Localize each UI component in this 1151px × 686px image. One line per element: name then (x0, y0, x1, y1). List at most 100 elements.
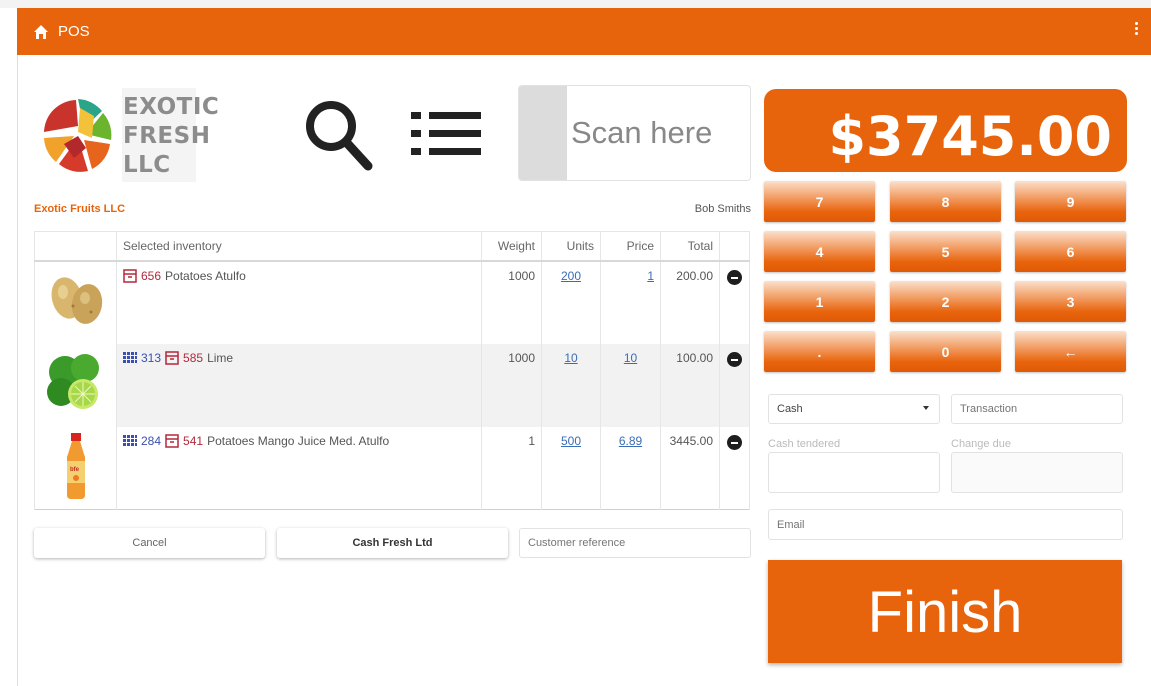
cash-tendered-input[interactable] (768, 452, 940, 493)
table-row[interactable]: 313 585 Lime 1000 10 10 100.00 (34, 343, 750, 427)
price-link[interactable]: 1 (647, 269, 654, 283)
key-4[interactable]: 4 (764, 231, 875, 272)
scan-box (518, 85, 751, 181)
price-link[interactable]: 6.89 (619, 434, 642, 448)
key-2[interactable]: 2 (890, 281, 1001, 322)
remove-cell (719, 426, 750, 510)
key-9[interactable]: 9 (1015, 181, 1126, 222)
product-code: 656 (141, 268, 162, 283)
lime-image (46, 353, 99, 409)
remove-column-header (719, 231, 750, 262)
key-7[interactable]: 7 (764, 181, 875, 222)
units-link[interactable]: 10 (564, 351, 577, 365)
customer-button[interactable]: Cash Fresh Ltd (277, 528, 508, 558)
remove-cell (719, 343, 750, 427)
payment-method-value: Cash (777, 403, 803, 415)
key-5[interactable]: 5 (890, 231, 1001, 272)
email-input[interactable] (768, 509, 1123, 540)
weight-column-header: Weight (481, 231, 542, 262)
total-display: $3745.00 (764, 89, 1127, 172)
product-code: 284 (141, 433, 162, 448)
list-icon[interactable] (411, 110, 481, 158)
remove-item-icon[interactable] (727, 351, 742, 367)
logo-line-2: FRESH (123, 123, 211, 149)
scan-input[interactable] (571, 106, 746, 160)
grid-icon (123, 351, 137, 363)
box-icon (165, 433, 179, 448)
inventory-table: Selected inventory Weight Units Price To… (34, 231, 750, 510)
key-8[interactable]: 8 (890, 181, 1001, 222)
weight-cell: 1000 (481, 260, 542, 344)
cash-tendered-label: Cash tendered (768, 438, 841, 450)
key-3[interactable]: 3 (1015, 281, 1126, 322)
product-image-cell (34, 343, 117, 427)
product-image-cell (34, 260, 117, 344)
price-link[interactable]: 10 (624, 351, 637, 365)
svg-text:bfe: bfe (70, 467, 80, 473)
app-title: POS (58, 23, 90, 40)
price-cell: 1 (600, 260, 661, 344)
product-name: Potatoes Mango Juice Med. Atulfo (207, 433, 390, 448)
product-cell: 656 Potatoes Atulfo (116, 260, 482, 344)
search-icon[interactable] (304, 96, 374, 171)
scan-handle[interactable] (519, 86, 567, 180)
browser-edge (0, 0, 1151, 8)
product-name: Lime (207, 350, 234, 365)
payment-method-select[interactable]: Cash (768, 394, 940, 424)
caret-down-icon (923, 406, 929, 410)
potatoes-image (51, 276, 102, 324)
table-row[interactable]: bfe 284 541 Potatoes Mango Juice Med. At… (34, 426, 750, 510)
remove-item-icon[interactable] (727, 269, 742, 285)
units-link[interactable]: 500 (561, 434, 581, 448)
change-due-field (951, 452, 1123, 493)
total-cell: 3445.00 (660, 426, 720, 510)
units-cell: 500 (541, 426, 601, 510)
remove-cell (719, 260, 750, 344)
grid-icon (123, 434, 137, 446)
transaction-input[interactable] (951, 394, 1123, 424)
logo-wordmark: EXOTIC FRESH LLC (123, 93, 219, 180)
price-cell: 6.89 (600, 426, 661, 510)
change-due-label: Change due (951, 438, 1011, 450)
key-decimal[interactable]: . (764, 331, 875, 372)
customer-reference-input[interactable] (519, 528, 751, 558)
finish-button[interactable]: Finish (768, 560, 1122, 663)
product-cell: 313 585 Lime (116, 343, 482, 427)
cancel-button[interactable]: Cancel (34, 528, 265, 558)
units-link[interactable]: 200 (561, 269, 581, 283)
product-image-cell: bfe (34, 426, 117, 510)
image-column-header (34, 231, 117, 262)
more-menu-icon[interactable] (1135, 22, 1139, 40)
total-column-header: Total (660, 231, 720, 262)
product-code: 585 (183, 350, 204, 365)
product-cell: 284 541 Potatoes Mango Juice Med. Atulfo (116, 426, 482, 510)
product-code: 313 (141, 350, 162, 365)
app-bar: POS (17, 8, 1151, 55)
user-name: Bob Smiths (694, 203, 751, 215)
company-name: Exotic Fruits LLC (34, 203, 126, 215)
table-header-row: Selected inventory Weight Units Price To… (34, 231, 750, 262)
box-icon (165, 350, 179, 365)
home-icon[interactable] (33, 24, 49, 40)
weight-cell: 1 (481, 426, 542, 510)
juice-image: bfe (66, 432, 85, 499)
units-cell: 200 (541, 260, 601, 344)
table-row[interactable]: 656 Potatoes Atulfo 1000 200 1 200.00 (34, 260, 750, 344)
key-6[interactable]: 6 (1015, 231, 1126, 272)
key-1[interactable]: 1 (764, 281, 875, 322)
page-edge (17, 55, 18, 686)
total-cell: 200.00 (660, 260, 720, 344)
logo-line-3: LLC (123, 152, 171, 178)
price-column-header: Price (600, 231, 661, 262)
price-cell: 10 (600, 343, 661, 427)
key-0[interactable]: 0 (890, 331, 1001, 372)
pos-screen: POS EXOTIC FRESH LLC Exotic Fruits LLC B (0, 0, 1151, 686)
key-backspace[interactable]: ← (1015, 331, 1126, 372)
product-code: 541 (183, 433, 204, 448)
remove-item-icon[interactable] (727, 434, 742, 450)
units-column-header: Units (541, 231, 601, 262)
units-cell: 10 (541, 343, 601, 427)
product-name: Potatoes Atulfo (165, 268, 246, 283)
box-icon (123, 268, 137, 283)
logo-line-1: EXOTIC (123, 94, 220, 120)
